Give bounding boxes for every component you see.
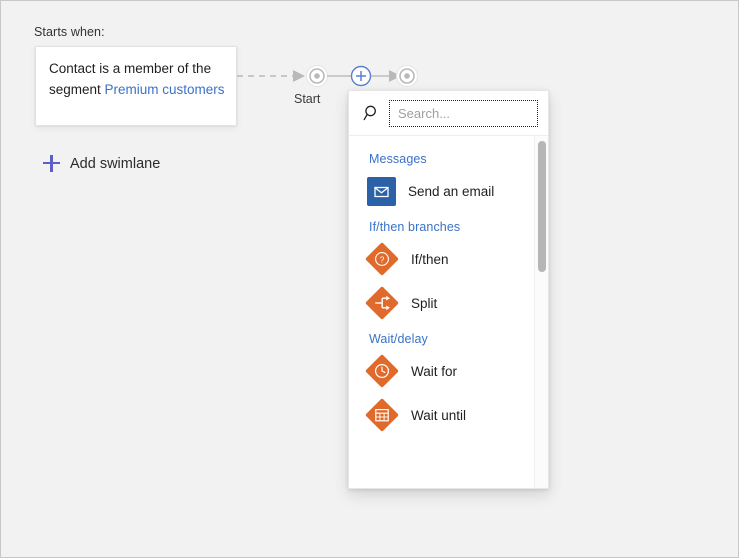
- list-item-label: Wait until: [411, 408, 466, 423]
- flyout-search-row: [349, 91, 548, 135]
- split-branch-icon: [365, 286, 399, 320]
- list-item-ifthen[interactable]: ? If/then: [349, 237, 534, 281]
- calendar-icon: [365, 398, 399, 432]
- svg-text:?: ?: [380, 254, 385, 264]
- envelope-icon: [367, 177, 396, 206]
- list-item-split[interactable]: Split: [349, 281, 534, 325]
- list-item-label: If/then: [411, 252, 449, 267]
- list-item-label: Split: [411, 296, 437, 311]
- list-item-wait-until[interactable]: Wait until: [349, 393, 534, 437]
- list-item-label: Send an email: [408, 184, 494, 199]
- list-item-wait-for[interactable]: Wait for: [349, 349, 534, 393]
- vertical-scrollbar[interactable]: [534, 136, 548, 489]
- trigger-segment-link[interactable]: Premium customers: [105, 82, 225, 97]
- search-input[interactable]: [398, 106, 529, 121]
- flyout-body: Messages Send an email If/then branches: [349, 136, 548, 489]
- group-title-wait-delay: Wait/delay: [349, 325, 534, 349]
- flyout-item-list: Messages Send an email If/then branches: [349, 136, 534, 489]
- start-node-label: Start: [294, 92, 320, 106]
- list-item-send-an-email[interactable]: Send an email: [349, 169, 534, 213]
- group-title-messages: Messages: [349, 145, 534, 169]
- plus-icon: [43, 155, 60, 172]
- add-swimlane-button[interactable]: Add swimlane: [43, 155, 160, 172]
- scrollbar-thumb[interactable]: [538, 141, 546, 272]
- starts-when-label: Starts when:: [34, 25, 105, 39]
- list-item-label: Wait for: [411, 364, 457, 379]
- clock-icon: [365, 354, 399, 388]
- trigger-card[interactable]: Contact is a member of the segment Premi…: [35, 46, 237, 126]
- question-mark-icon: ?: [365, 242, 399, 276]
- add-swimlane-label: Add swimlane: [70, 156, 160, 172]
- workflow-designer-window: Starts when: Contact is a member of the …: [0, 0, 739, 558]
- add-step-flyout-panel: Messages Send an email If/then branches: [348, 90, 549, 489]
- search-icon: [361, 102, 383, 124]
- arrow-head-icon: [293, 70, 305, 82]
- search-field-wrapper[interactable]: [389, 100, 538, 127]
- trigger-card-text: Contact is a member of the segment Premi…: [49, 58, 226, 100]
- group-title-ifthen-branches: If/then branches: [349, 213, 534, 237]
